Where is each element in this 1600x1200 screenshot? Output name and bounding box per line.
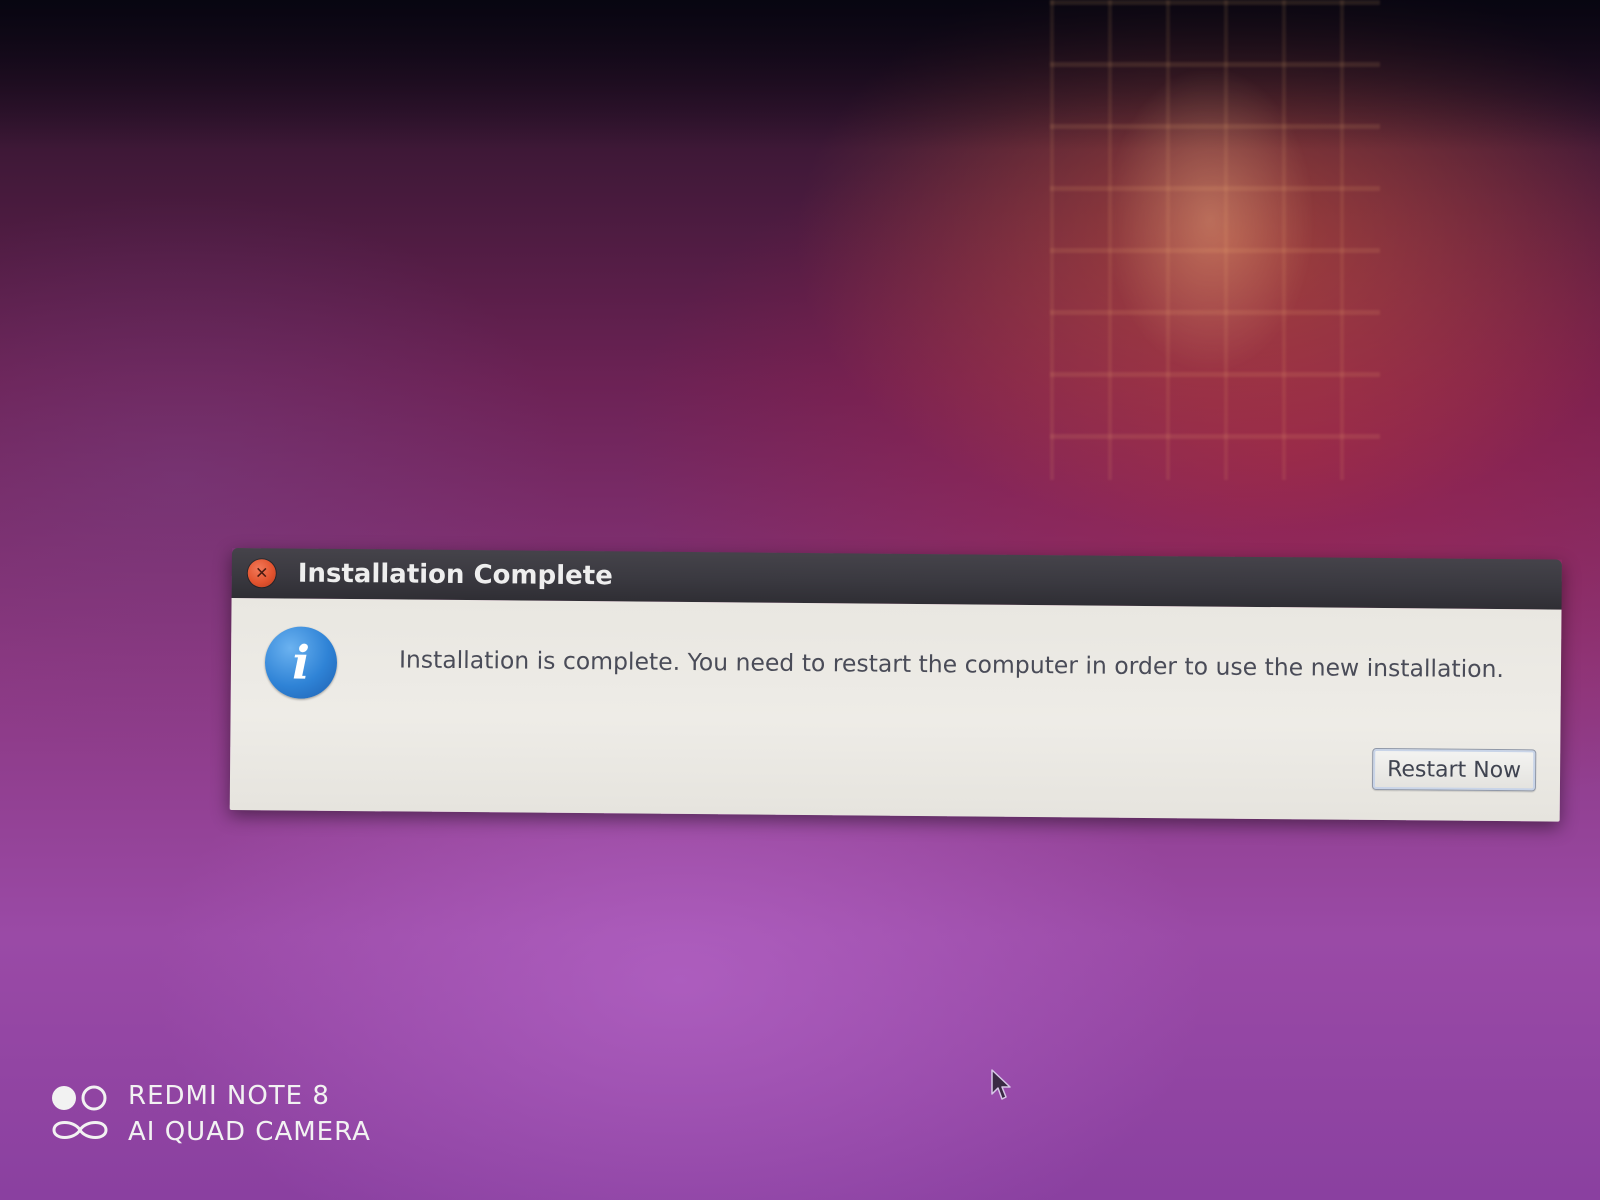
dialog-body: i Installation is complete. You need to … bbox=[229, 597, 1562, 822]
close-button[interactable]: ✕ bbox=[247, 559, 276, 588]
dialog-title: Installation Complete bbox=[297, 558, 613, 592]
information-icon: i bbox=[264, 626, 338, 699]
watermark-line-2: AI QUAD CAMERA bbox=[128, 1117, 371, 1147]
camera-watermark: REDMI NOTE 8 AI QUAD CAMERA bbox=[48, 1078, 371, 1150]
information-glyph: i bbox=[292, 635, 310, 690]
dialog-message: Installation is complete. You need to re… bbox=[398, 645, 1505, 684]
watermark-line-1: REDMI NOTE 8 bbox=[128, 1081, 330, 1111]
installation-complete-dialog: ✕ Installation Complete i Installation i… bbox=[229, 548, 1562, 822]
restart-now-button[interactable]: Restart Now bbox=[1371, 747, 1537, 792]
close-icon: ✕ bbox=[254, 563, 269, 583]
window-reflection bbox=[1050, 0, 1380, 480]
mouse-pointer-icon bbox=[991, 1069, 1011, 1100]
camera-logo-icon bbox=[52, 1085, 108, 1139]
